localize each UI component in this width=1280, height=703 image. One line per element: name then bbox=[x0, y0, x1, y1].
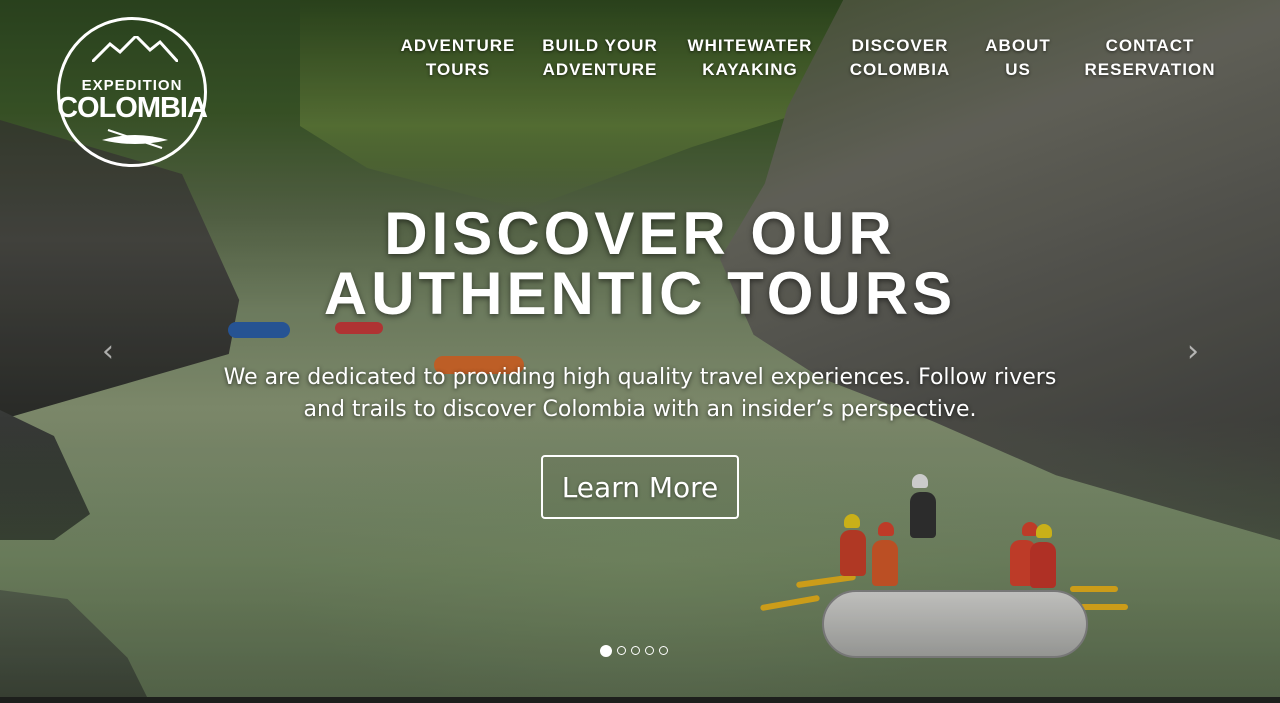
hero-slider: EXPEDITION COLOMBIA ADVENTURE TOURS BUIL… bbox=[0, 0, 1280, 703]
carousel-dot[interactable] bbox=[631, 646, 640, 655]
mountains-icon bbox=[92, 36, 178, 62]
chevron-right-icon[interactable]: › bbox=[1187, 334, 1199, 369]
nav-contact-reservation[interactable]: CONTACT RESERVATION bbox=[1080, 34, 1220, 82]
site-logo[interactable]: EXPEDITION COLOMBIA bbox=[57, 17, 208, 167]
carousel-dot[interactable] bbox=[617, 646, 626, 655]
hero-headline: DISCOVER OUR AUTHENTIC TOURS bbox=[0, 204, 1280, 324]
chevron-left-icon[interactable]: ‹ bbox=[102, 334, 114, 369]
carousel-dot[interactable] bbox=[600, 645, 612, 657]
nav-build-your-adventure[interactable]: BUILD YOUR ADVENTURE bbox=[532, 34, 668, 82]
learn-more-button[interactable]: Learn More bbox=[541, 455, 739, 519]
carousel-indicators bbox=[600, 645, 668, 657]
headline-line-2: AUTHENTIC TOURS bbox=[323, 260, 957, 327]
headline-line-1: DISCOVER OUR bbox=[384, 200, 896, 267]
carousel-dot[interactable] bbox=[645, 646, 654, 655]
carousel-dot[interactable] bbox=[659, 646, 668, 655]
nav-about-us[interactable]: ABOUT US bbox=[978, 34, 1058, 82]
hero-subtext: We are dedicated to providing high quali… bbox=[223, 365, 1057, 422]
nav-whitewater-kayaking[interactable]: WHITEWATER KAYAKING bbox=[680, 34, 820, 82]
nav-adventure-tours[interactable]: ADVENTURE TOURS bbox=[388, 34, 528, 82]
logo-main-text: COLOMBIA bbox=[57, 92, 208, 124]
bottom-bar bbox=[0, 697, 1280, 703]
kayak-icon bbox=[102, 129, 168, 149]
nav-discover-colombia[interactable]: DISCOVER COLOMBIA bbox=[840, 34, 960, 82]
